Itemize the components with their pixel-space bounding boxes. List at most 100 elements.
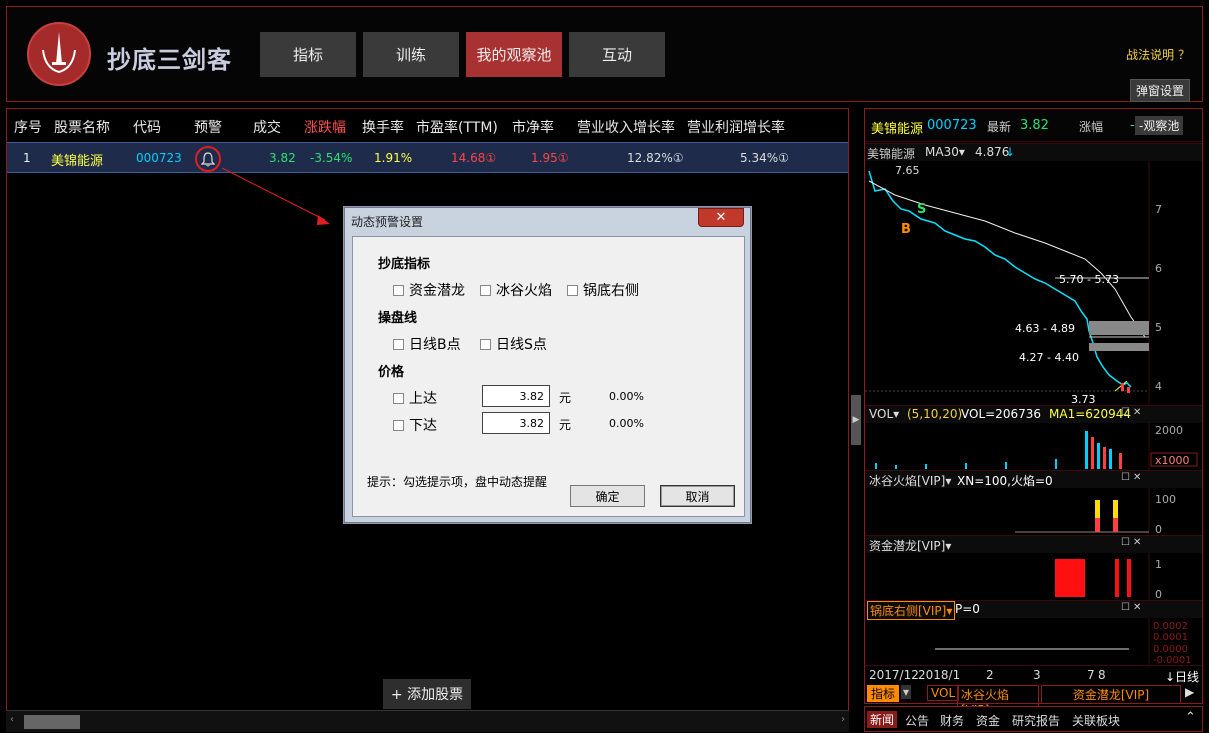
section-trade-line: 操盘线 [378,311,418,326]
quote-bar: 美锦能源 000723 最新 3.82 涨幅 -3 -观察池 [865,109,1202,142]
add-stock-button[interactable]: + 添加股票 [383,679,471,709]
indicator-tab-bar: 指标 ▾ VOL 冰谷火焰[VIP] 资金潜龙[VIP] ▶ [865,684,1202,718]
tab-vol[interactable]: VOL [927,685,960,701]
maximize-icon[interactable]: ☐ [1121,537,1130,548]
info-tab-bar: 新闻 公告 财务 资金 研究报告 关联板块 ⌃ [864,706,1203,732]
checkbox-price-up[interactable]: 上达 [393,388,437,408]
horizontal-scrollbar[interactable]: ‹ › [6,710,849,732]
tab-fund-dragon[interactable]: 资金潜龙[VIP] [1041,685,1181,704]
pot-right-params: P=0 [955,602,980,616]
tab-related-sectors[interactable]: 关联板块 [1072,712,1120,729]
section-price: 价格 [378,365,405,380]
s-point-marker: S [917,202,926,217]
price-up-input[interactable]: 3.82 [482,385,550,407]
close-icon[interactable]: ✕ [1133,602,1141,613]
fund-dragon-header: 资金潜龙[VIP]▾ ☐ ✕ [865,536,1202,553]
down-arrow-icon: ↓ [1005,145,1016,159]
x-tick: 8 [1098,668,1106,682]
ytick: 0.0001 [1153,632,1188,643]
tab-research[interactable]: 研究报告 [1012,712,1060,729]
pot-right-pane[interactable]: 锅底右侧[VIP]▾ P=0 ☐ ✕ 0.0002 0.0001 0.0000 … [865,600,1202,665]
chart-panel: 美锦能源 000723 最新 3.82 涨幅 -3 -观察池 美锦能源 MA30… [864,108,1203,718]
checkbox-pot-right[interactable]: 锅底右侧 [567,280,639,300]
pot-right-header: 锅底右侧[VIP]▾ P=0 ☐ ✕ [865,601,1202,620]
x-tick: 2017/12 [869,668,919,682]
ytick: 100 [1155,493,1176,506]
scroll-left-icon[interactable]: ‹ [10,714,14,725]
kline-chart: 7.65 S B 5.70 - 5.73 4.63 - 4.89 4.27 - … [865,161,1162,405]
dialog-hint: 提示：勾选提示项，盘中动态提醒 [367,475,548,489]
ma-selector[interactable]: MA30▾ [925,145,965,159]
alert-settings-dialog: 动态预警设置 ✕ 抄底指标 资金潜龙 冰谷火焰 锅底右侧 操盘线 日线B点 日线… [344,207,751,523]
scrollbar-thumb[interactable] [24,715,80,729]
x-tick: 7 [1087,668,1095,682]
tab-news[interactable]: 新闻 [867,711,898,728]
ok-button[interactable]: 确定 [570,485,645,507]
tab-announcements[interactable]: 公告 [905,712,929,729]
vol-ma1: MA1=620944 [1049,407,1132,421]
checkbox-daily-b[interactable]: 日线B点 [393,334,461,354]
ytick: 5 [1155,321,1162,334]
ytick: 1 [1155,558,1162,571]
tab-capital[interactable]: 资金 [976,712,1000,729]
nav-indicators[interactable]: 指标 [260,32,356,77]
x-axis: 2017/12 2018/1 2 3 7 8 ↓日线 [865,665,1202,685]
ice-flame-params: XN=100,火焰=0 [957,474,1053,488]
ice-flame-selector[interactable]: 冰谷火焰[VIP]▾ [869,472,951,489]
quote-name: 美锦能源 [871,122,924,137]
kline-pane[interactable]: 美锦能源 MA30▾ 4.876 ↓ 7.65 S B 5.70 - 5.73 … [865,143,1202,405]
fund-dragon-pane[interactable]: 资金潜龙[VIP]▾ ☐ ✕ 1 0 [865,535,1202,600]
close-icon[interactable]: ✕ [1133,472,1141,483]
maximize-icon[interactable]: ☐ [1121,472,1130,483]
watch-pool-button[interactable]: -观察池 [1135,116,1184,135]
close-icon[interactable]: ✕ [698,208,744,227]
nav-watch-pool[interactable]: 我的观察池 [466,32,562,77]
ice-flame-chart: 100 0 [1015,488,1176,535]
indicator-tab[interactable]: 指标 [867,685,900,702]
expand-up-icon[interactable]: ⌃ [1185,710,1196,725]
checkbox-fund-dragon[interactable]: 资金潜龙 [393,280,465,300]
vol-pane[interactable]: VOL▾ (5,10,20) VOL=206736 MA1=620944 ☐ ✕… [865,405,1202,470]
ytick: 0.0002 [1153,621,1188,632]
quote-latest-label: 最新 [987,120,1012,134]
maximize-icon[interactable]: ☐ [1121,407,1130,418]
cancel-button[interactable]: 取消 [660,485,735,507]
close-icon[interactable]: ✕ [1133,537,1141,548]
period-selector[interactable]: ↓日线 [1165,668,1199,685]
vol-unit: x1000 [1155,454,1190,467]
ice-flame-header: 冰谷火焰[VIP]▾ XN=100,火焰=0 ☐ ✕ [865,471,1202,488]
scroll-right-icon[interactable]: › [841,714,845,725]
tab-finance[interactable]: 财务 [940,712,964,729]
ice-flame-pane[interactable]: 冰谷火焰[VIP]▾ XN=100,火焰=0 ☐ ✕ 100 0 [865,470,1202,535]
ytick: 0.0000 [1153,644,1188,655]
kline-name: 美锦能源 [867,147,916,161]
chevron-right-icon[interactable]: ▶ [1185,685,1194,699]
close-icon[interactable]: ✕ [1133,407,1141,418]
ytick: 7 [1155,203,1162,216]
app-title: 抄底三剑客 [107,46,232,74]
app-logo [27,22,91,86]
vol-selector[interactable]: VOL▾ [869,407,899,421]
checkbox-ice-flame[interactable]: 冰谷火焰 [480,280,552,300]
checkbox-price-down[interactable]: 下达 [393,415,437,435]
vol-header: VOL▾ (5,10,20) VOL=206736 MA1=620944 ☐ ✕ [865,406,1202,423]
nav-interaction[interactable]: 互动 [569,32,665,77]
fund-dragon-chart: 1 0 [1055,553,1162,600]
strategy-help-link[interactable]: 战法说明 ？ [1126,46,1190,63]
maximize-icon[interactable]: ☐ [1121,602,1130,613]
kline-header: 美锦能源 MA30▾ 4.876 ↓ [865,144,1202,161]
price-down-input[interactable]: 3.82 [482,412,550,434]
checkbox-daily-s[interactable]: 日线S点 [480,334,547,354]
ytick: -0.0001 [1153,655,1192,665]
popup-settings-button[interactable]: 弹窗设置 [1129,79,1190,102]
b-point-marker: B [901,222,911,237]
dropdown-icon[interactable]: ▾ [901,685,912,699]
ytick: 2000 [1155,424,1183,437]
collapse-panel-handle[interactable]: ▶ [851,395,861,445]
ytick: 0 [1155,588,1162,600]
fund-dragon-selector[interactable]: 资金潜龙[VIP]▾ [869,537,951,554]
kline-high-label: 7.65 [895,164,920,177]
x-tick: 2 [986,668,994,682]
nav-training[interactable]: 训练 [363,32,459,77]
vol-params: (5,10,20) [907,407,963,421]
